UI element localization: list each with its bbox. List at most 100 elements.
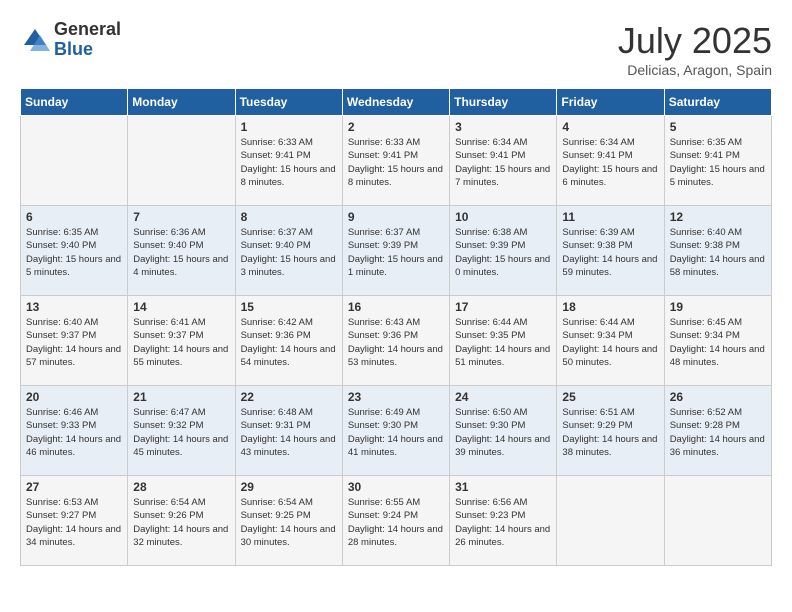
calendar-cell: 31 Sunrise: 6:56 AMSunset: 9:23 PMDayligh… — [450, 476, 557, 566]
calendar-cell: 17 Sunrise: 6:44 AMSunset: 9:35 PMDayligh… — [450, 296, 557, 386]
cell-text: Sunrise: 6:44 AMSunset: 9:35 PMDaylight:… — [455, 316, 551, 369]
calendar-cell: 3 Sunrise: 6:34 AMSunset: 9:41 PMDaylight… — [450, 116, 557, 206]
calendar-cell: 12 Sunrise: 6:40 AMSunset: 9:38 PMDayligh… — [664, 206, 771, 296]
month-title: July 2025 — [618, 20, 772, 62]
title-block: July 2025 Delicias, Aragon, Spain — [618, 20, 772, 78]
cell-text: Sunrise: 6:43 AMSunset: 9:36 PMDaylight:… — [348, 316, 444, 369]
calendar-week-row: 6 Sunrise: 6:35 AMSunset: 9:40 PMDaylight… — [21, 206, 772, 296]
calendar-cell: 25 Sunrise: 6:51 AMSunset: 9:29 PMDayligh… — [557, 386, 664, 476]
day-number: 24 — [455, 390, 551, 404]
cell-text: Sunrise: 6:42 AMSunset: 9:36 PMDaylight:… — [241, 316, 337, 369]
calendar-cell: 26 Sunrise: 6:52 AMSunset: 9:28 PMDayligh… — [664, 386, 771, 476]
cell-text: Sunrise: 6:51 AMSunset: 9:29 PMDaylight:… — [562, 406, 658, 459]
calendar-cell: 13Sunrise: 6:40 AMSunset: 9:37 PMDayligh… — [21, 296, 128, 386]
calendar-cell: 20Sunrise: 6:46 AMSunset: 9:33 PMDayligh… — [21, 386, 128, 476]
cell-text: Sunrise: 6:50 AMSunset: 9:30 PMDaylight:… — [455, 406, 551, 459]
calendar-cell: 28Sunrise: 6:54 AMSunset: 9:26 PMDayligh… — [128, 476, 235, 566]
day-number: 14 — [133, 300, 229, 314]
weekday-header: Tuesday — [235, 89, 342, 116]
day-number: 2 — [348, 120, 444, 134]
cell-text: Sunrise: 6:40 AMSunset: 9:38 PMDaylight:… — [670, 226, 766, 279]
logo-icon — [20, 25, 50, 55]
calendar-cell: 15 Sunrise: 6:42 AMSunset: 9:36 PMDayligh… — [235, 296, 342, 386]
cell-text: Sunrise: 6:48 AMSunset: 9:31 PMDaylight:… — [241, 406, 337, 459]
calendar-cell: 10 Sunrise: 6:38 AMSunset: 9:39 PMDayligh… — [450, 206, 557, 296]
day-number: 8 — [241, 210, 337, 224]
day-number: 29 — [241, 480, 337, 494]
cell-text: Sunrise: 6:47 AMSunset: 9:32 PMDaylight:… — [133, 406, 229, 459]
day-number: 21 — [133, 390, 229, 404]
day-number: 1 — [241, 120, 337, 134]
calendar-cell — [664, 476, 771, 566]
day-number: 5 — [670, 120, 766, 134]
location: Delicias, Aragon, Spain — [618, 62, 772, 78]
cell-text: Sunrise: 6:55 AMSunset: 9:24 PMDaylight:… — [348, 496, 444, 549]
cell-text: Sunrise: 6:49 AMSunset: 9:30 PMDaylight:… — [348, 406, 444, 459]
day-number: 20 — [26, 390, 122, 404]
day-number: 31 — [455, 480, 551, 494]
calendar-week-row: 13Sunrise: 6:40 AMSunset: 9:37 PMDayligh… — [21, 296, 772, 386]
logo: General Blue — [20, 20, 121, 60]
cell-text: Sunrise: 6:37 AMSunset: 9:39 PMDaylight:… — [348, 226, 444, 279]
day-number: 26 — [670, 390, 766, 404]
logo-text: General Blue — [54, 20, 121, 60]
calendar-cell: 1 Sunrise: 6:33 AMSunset: 9:41 PMDaylight… — [235, 116, 342, 206]
weekday-header: Wednesday — [342, 89, 449, 116]
calendar-cell: 6 Sunrise: 6:35 AMSunset: 9:40 PMDaylight… — [21, 206, 128, 296]
day-number: 30 — [348, 480, 444, 494]
cell-text: Sunrise: 6:56 AMSunset: 9:23 PMDaylight:… — [455, 496, 551, 549]
cell-text: Sunrise: 6:33 AMSunset: 9:41 PMDaylight:… — [348, 136, 444, 189]
cell-text: Sunrise: 6:54 AMSunset: 9:25 PMDaylight:… — [241, 496, 337, 549]
cell-text: Sunrise: 6:38 AMSunset: 9:39 PMDaylight:… — [455, 226, 551, 279]
cell-text: Sunrise: 6:53 AMSunset: 9:27 PMDaylight:… — [26, 496, 122, 549]
cell-text: Sunrise: 6:39 AMSunset: 9:38 PMDaylight:… — [562, 226, 658, 279]
cell-text: Sunrise: 6:45 AMSunset: 9:34 PMDaylight:… — [670, 316, 766, 369]
day-number: 15 — [241, 300, 337, 314]
calendar-cell — [128, 116, 235, 206]
cell-text: Sunrise: 6:35 AMSunset: 9:41 PMDaylight:… — [670, 136, 766, 189]
day-number: 10 — [455, 210, 551, 224]
calendar-week-row: 1 Sunrise: 6:33 AMSunset: 9:41 PMDaylight… — [21, 116, 772, 206]
day-number: 23 — [348, 390, 444, 404]
weekday-header-row: SundayMondayTuesdayWednesdayThursdayFrid… — [21, 89, 772, 116]
cell-text: Sunrise: 6:34 AMSunset: 9:41 PMDaylight:… — [562, 136, 658, 189]
weekday-header: Monday — [128, 89, 235, 116]
cell-text: Sunrise: 6:44 AMSunset: 9:34 PMDaylight:… — [562, 316, 658, 369]
weekday-header: Friday — [557, 89, 664, 116]
day-number: 6 — [26, 210, 122, 224]
day-number: 11 — [562, 210, 658, 224]
logo-general: General — [54, 20, 121, 40]
day-number: 12 — [670, 210, 766, 224]
day-number: 4 — [562, 120, 658, 134]
calendar-cell: 27Sunrise: 6:53 AMSunset: 9:27 PMDayligh… — [21, 476, 128, 566]
calendar-week-row: 27Sunrise: 6:53 AMSunset: 9:27 PMDayligh… — [21, 476, 772, 566]
calendar-cell: 9 Sunrise: 6:37 AMSunset: 9:39 PMDaylight… — [342, 206, 449, 296]
cell-text: Sunrise: 6:54 AMSunset: 9:26 PMDaylight:… — [133, 496, 229, 549]
calendar-cell: 18Sunrise: 6:44 AMSunset: 9:34 PMDayligh… — [557, 296, 664, 386]
calendar-cell — [21, 116, 128, 206]
calendar-cell: 23 Sunrise: 6:49 AMSunset: 9:30 PMDayligh… — [342, 386, 449, 476]
day-number: 25 — [562, 390, 658, 404]
calendar-cell: 29 Sunrise: 6:54 AMSunset: 9:25 PMDayligh… — [235, 476, 342, 566]
day-number: 19 — [670, 300, 766, 314]
day-number: 7 — [133, 210, 229, 224]
calendar-cell: 11 Sunrise: 6:39 AMSunset: 9:38 PMDayligh… — [557, 206, 664, 296]
cell-text: Sunrise: 6:37 AMSunset: 9:40 PMDaylight:… — [241, 226, 337, 279]
calendar-week-row: 20Sunrise: 6:46 AMSunset: 9:33 PMDayligh… — [21, 386, 772, 476]
cell-text: Sunrise: 6:34 AMSunset: 9:41 PMDaylight:… — [455, 136, 551, 189]
cell-text: Sunrise: 6:41 AMSunset: 9:37 PMDaylight:… — [133, 316, 229, 369]
cell-text: Sunrise: 6:40 AMSunset: 9:37 PMDaylight:… — [26, 316, 122, 369]
day-number: 17 — [455, 300, 551, 314]
calendar-cell: 19 Sunrise: 6:45 AMSunset: 9:34 PMDayligh… — [664, 296, 771, 386]
calendar-cell: 7Sunrise: 6:36 AMSunset: 9:40 PMDaylight… — [128, 206, 235, 296]
calendar-cell: 2 Sunrise: 6:33 AMSunset: 9:41 PMDaylight… — [342, 116, 449, 206]
calendar-cell — [557, 476, 664, 566]
calendar-cell: 21 Sunrise: 6:47 AMSunset: 9:32 PMDayligh… — [128, 386, 235, 476]
cell-text: Sunrise: 6:35 AMSunset: 9:40 PMDaylight:… — [26, 226, 122, 279]
cell-text: Sunrise: 6:33 AMSunset: 9:41 PMDaylight:… — [241, 136, 337, 189]
calendar-cell: 30 Sunrise: 6:55 AMSunset: 9:24 PMDayligh… — [342, 476, 449, 566]
day-number: 3 — [455, 120, 551, 134]
calendar-cell: 14 Sunrise: 6:41 AMSunset: 9:37 PMDayligh… — [128, 296, 235, 386]
day-number: 9 — [348, 210, 444, 224]
cell-text: Sunrise: 6:52 AMSunset: 9:28 PMDaylight:… — [670, 406, 766, 459]
